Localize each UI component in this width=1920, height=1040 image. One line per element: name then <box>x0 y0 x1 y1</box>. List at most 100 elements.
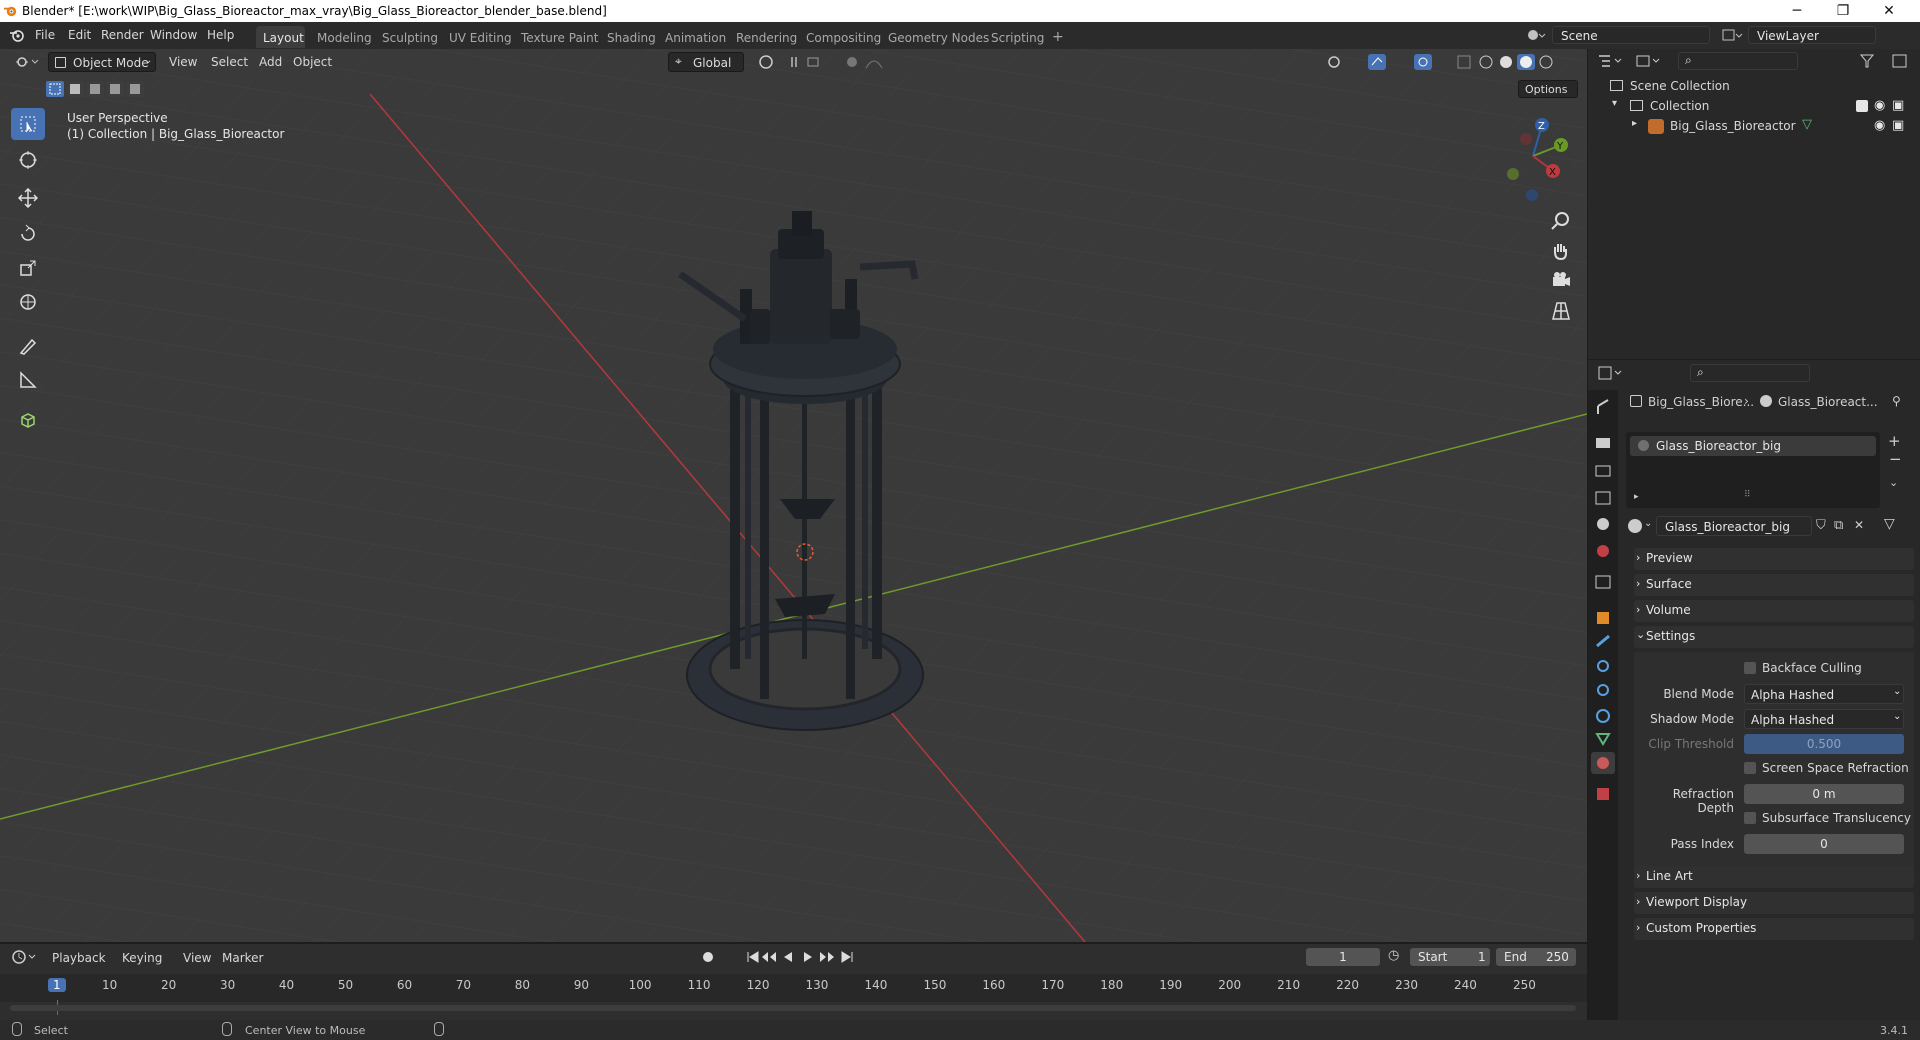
expand-arrow-icon[interactable]: ▸ <box>1632 118 1637 129</box>
mode-dropdown[interactable]: Object Mode ⌄ <box>48 52 156 72</box>
material-name-field[interactable]: Glass_Bioreactor_big <box>1656 516 1812 536</box>
slot-menu-chevron-icon[interactable]: ⌄ <box>1889 476 1898 489</box>
tool-measure-icon[interactable] <box>11 364 45 396</box>
slot-list-controls[interactable]: + − ⌄ <box>1884 432 1906 512</box>
panel-viewport-display[interactable]: › Viewport Display <box>1634 892 1914 914</box>
panel-volume[interactable]: › Volume <box>1634 600 1914 622</box>
3d-viewport[interactable]: User Perspective (1) Collection | Big_Gl… <box>0 49 1587 942</box>
view-layer-selector[interactable]: ViewLayer <box>1748 26 1876 44</box>
tool-move-icon[interactable] <box>11 182 45 214</box>
exclude-checkbox[interactable] <box>1856 100 1868 112</box>
add-workspace-button[interactable]: + <box>1052 29 1064 45</box>
tab-sculpting[interactable]: Sculpting <box>382 31 438 45</box>
display-mode-icon[interactable] <box>1634 52 1668 70</box>
filter-icon[interactable] <box>1858 52 1884 70</box>
properties-search-input[interactable]: ⌕ <box>1690 364 1810 382</box>
viewport-menu-add[interactable]: Add <box>259 55 282 69</box>
tab-texture-paint[interactable]: Texture Paint <box>521 31 598 45</box>
selection-mode-buttons[interactable] <box>44 80 144 98</box>
timeline-menu-keying[interactable]: Keying <box>122 951 162 965</box>
pin-icon[interactable]: ⚲ <box>1892 394 1901 408</box>
tool-transform-icon[interactable] <box>11 286 45 318</box>
mesh-data-icon[interactable]: ▽ <box>1802 117 1812 132</box>
outliner-editor-type-icon[interactable] <box>1596 52 1630 70</box>
camera-view-icon[interactable] <box>1549 269 1573 293</box>
maximize-button[interactable]: ❐ <box>1820 0 1866 22</box>
viewport-menu-select[interactable]: Select <box>211 55 248 69</box>
blender-menu-icon[interactable] <box>8 27 26 43</box>
add-slot-icon[interactable]: + <box>1888 432 1901 450</box>
camera-icon[interactable]: ▣ <box>1892 118 1904 133</box>
scene-selector[interactable]: Scene <box>1552 26 1710 44</box>
subsurface-checkbox[interactable] <box>1744 812 1756 824</box>
menu-edit[interactable]: Edit <box>68 28 91 42</box>
material-slot-item[interactable]: Glass_Bioreactor_big <box>1630 436 1876 456</box>
tab-compositing[interactable]: Compositing <box>806 31 881 45</box>
tab-shading[interactable]: Shading <box>607 31 656 45</box>
timeline-menu-marker[interactable]: Marker <box>222 951 263 965</box>
menu-render[interactable]: Render <box>101 28 144 42</box>
editor-type-icon[interactable] <box>14 52 44 72</box>
shadow-mode-dropdown[interactable]: Alpha Hashed ⌄ <box>1744 709 1904 729</box>
start-frame-field[interactable]: Start 1 <box>1410 948 1490 966</box>
fake-user-shield-icon[interactable]: ⛉ <box>1816 518 1826 533</box>
tab-layout[interactable]: Layout <box>263 31 304 45</box>
new-collection-icon[interactable] <box>1890 52 1912 70</box>
properties-editor-type-icon[interactable] <box>1596 364 1626 382</box>
material-datablock-row[interactable]: ⌄ Glass_Bioreactor_big ⛉ ⧉ ✕ ▽ <box>1626 516 1916 538</box>
tool-select-box[interactable] <box>11 108 45 140</box>
playback-controls[interactable] <box>700 948 860 966</box>
panel-settings[interactable]: ⌄ Settings <box>1634 626 1914 648</box>
menu-help[interactable]: Help <box>207 28 234 42</box>
panel-surface[interactable]: › Surface <box>1634 574 1914 596</box>
pan-hand-icon[interactable] <box>1549 239 1573 263</box>
outliner-search-input[interactable]: ⌕ <box>1678 52 1798 70</box>
eye-icon[interactable]: ◉ <box>1874 118 1885 133</box>
options-dropdown[interactable]: Options <box>1518 80 1578 98</box>
pivot-snap-toolbar[interactable] <box>756 52 886 72</box>
end-frame-field[interactable]: End 250 <box>1496 948 1576 966</box>
outliner-row-object[interactable]: ▸ Big_Glass_Bioreactor ▽ ◉ ▣ <box>1606 117 1906 136</box>
scene-browse-icon[interactable] <box>1525 26 1547 44</box>
timeline-editor-type-icon[interactable] <box>10 948 40 966</box>
viewport-menu-view[interactable]: View <box>169 55 197 69</box>
panel-preview[interactable]: › Preview <box>1634 548 1914 570</box>
camera-icon[interactable]: ▣ <box>1892 98 1904 113</box>
slot-expand-arrow-icon[interactable]: ▸ <box>1634 492 1639 502</box>
viewport-menu-object[interactable]: Object <box>293 55 332 69</box>
properties-tab-icons[interactable] <box>1590 396 1616 836</box>
outliner-row-collection[interactable]: ▾ Collection ◉ ▣ <box>1606 98 1906 116</box>
unlink-icon[interactable]: ✕ <box>1854 518 1864 532</box>
panel-line-art[interactable]: › Line Art <box>1634 866 1914 888</box>
timeline-menu-playback[interactable]: Playback <box>52 951 106 965</box>
view-layer-icon[interactable] <box>1720 26 1744 44</box>
tab-scripting[interactable]: Scripting <box>991 31 1044 45</box>
clip-threshold-slider[interactable]: 0.500 <box>1744 734 1904 754</box>
bioreactor-model[interactable] <box>650 199 950 744</box>
tab-geometry-nodes[interactable]: Geometry Nodes <box>888 31 989 45</box>
zoom-icon[interactable] <box>1549 209 1573 233</box>
link-type-icon[interactable]: ▽ <box>1884 516 1895 532</box>
tool-cursor-icon[interactable] <box>11 144 45 176</box>
menu-file[interactable]: File <box>35 28 55 42</box>
material-slot-list[interactable]: Glass_Bioreactor_big ▸ ⠿ <box>1626 432 1880 508</box>
duplicate-icon[interactable]: ⧉ <box>1834 518 1843 533</box>
tab-animation[interactable]: Animation <box>665 31 726 45</box>
eye-icon[interactable]: ◉ <box>1874 98 1885 113</box>
tab-rendering[interactable]: Rendering <box>736 31 797 45</box>
minimize-button[interactable]: ─ <box>1774 0 1820 22</box>
timeline-menu-view[interactable]: View <box>183 951 211 965</box>
blend-mode-dropdown[interactable]: Alpha Hashed ⌄ <box>1744 684 1904 704</box>
current-frame-field[interactable]: 1 <box>1306 948 1380 966</box>
perspective-toggle-icon[interactable] <box>1549 299 1573 323</box>
outliner-row-scene-collection[interactable]: Scene Collection <box>1606 78 1906 96</box>
viewport-display-controls[interactable] <box>1326 52 1584 72</box>
ssr-checkbox[interactable] <box>1744 762 1756 774</box>
transform-orientation-dropdown[interactable]: ⌖ Global <box>668 52 744 72</box>
refraction-depth-field[interactable]: 0 m <box>1744 784 1904 804</box>
tool-scale-icon[interactable] <box>11 252 45 284</box>
panel-custom-properties[interactable]: › Custom Properties <box>1634 918 1914 940</box>
navigation-gizmo[interactable]: Z Y X <box>1488 111 1578 201</box>
tab-uv-editing[interactable]: UV Editing <box>449 31 512 45</box>
tool-add-cube-icon[interactable] <box>11 404 45 436</box>
